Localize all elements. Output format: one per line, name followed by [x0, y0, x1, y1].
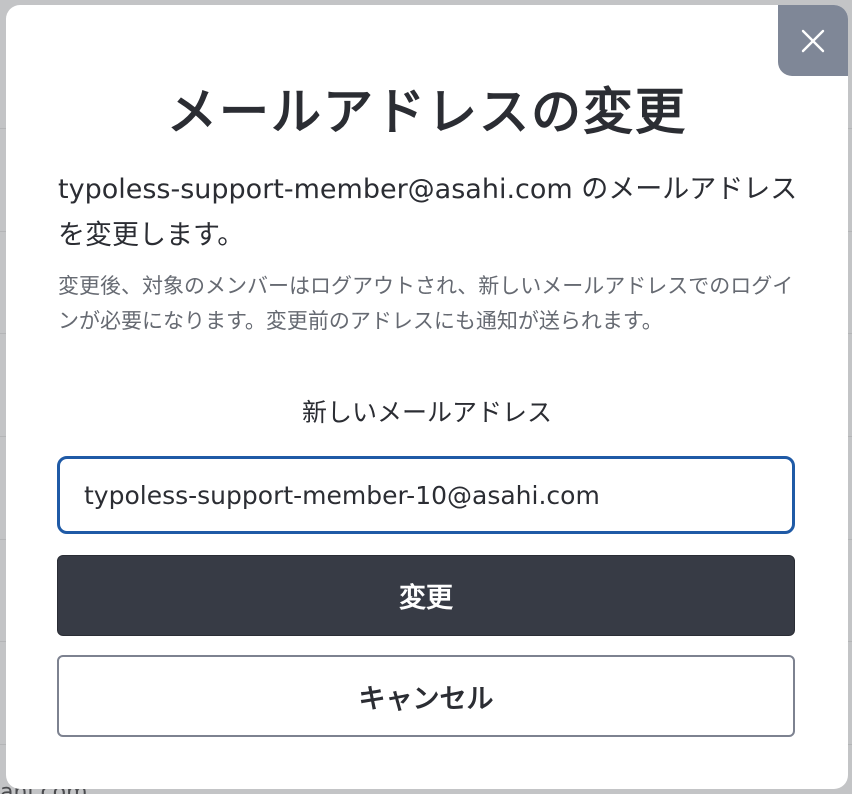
dialog-note-text: 変更後、対象のメンバーはログアウトされ、新しいメールアドレスでのログインが必要に… [58, 274, 794, 333]
dialog-title: メールアドレスの変更 [167, 83, 687, 141]
change-button[interactable]: 変更 [57, 555, 795, 636]
new-email-input[interactable] [57, 456, 795, 534]
close-button[interactable] [778, 5, 848, 76]
dialog-intro-text: typoless-support-member@asahi.com のメールアド… [58, 174, 798, 251]
new-email-label: 新しいメールアドレス [301, 398, 552, 427]
cancel-button[interactable]: キャンセル [57, 655, 795, 737]
change-email-dialog: メールアドレスの変更 typoless-support-member@asahi… [6, 5, 848, 789]
close-icon [801, 29, 825, 52]
